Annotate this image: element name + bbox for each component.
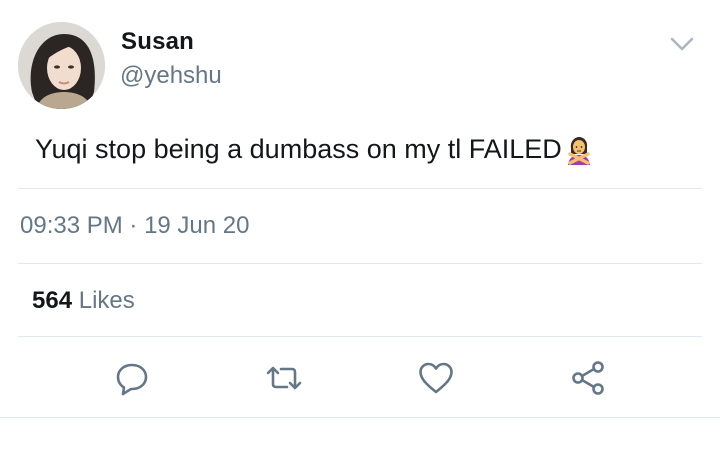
- divider: [18, 336, 702, 337]
- divider: [0, 417, 720, 418]
- tweet-time: 09:33 PM: [20, 212, 123, 239]
- share-button[interactable]: [569, 359, 607, 397]
- tweet-card: Susan @yehshu Yuqi stop being a dumbass …: [0, 0, 720, 454]
- author-handle[interactable]: @yehshu: [120, 62, 222, 90]
- tweet-timestamp[interactable]: 09:33 PM · 19 Jun 20: [20, 212, 249, 240]
- timestamp-separator: ·: [122, 212, 145, 239]
- tweet-body: Yuqi stop being a dumbass on my tl FAILE…: [35, 134, 594, 165]
- retweet-button[interactable]: [265, 359, 303, 397]
- divider: [18, 263, 702, 264]
- share-icon: [572, 361, 604, 395]
- woman-gesturing-no-emoji: [564, 135, 594, 165]
- tweet-text: Yuqi stop being a dumbass on my tl FAILE…: [35, 134, 562, 164]
- author-name[interactable]: Susan: [121, 28, 194, 56]
- avatar-photo: [18, 22, 105, 109]
- likes-label: Likes: [72, 287, 135, 314]
- reply-button[interactable]: [113, 359, 151, 397]
- retweet-icon: [266, 366, 302, 390]
- divider: [18, 188, 702, 189]
- chevron-down-icon[interactable]: [664, 30, 700, 58]
- reply-icon: [116, 363, 148, 396]
- heart-icon: [419, 362, 453, 394]
- like-button[interactable]: [417, 359, 455, 397]
- tweet-date: 19 Jun 20: [144, 212, 250, 239]
- avatar[interactable]: [18, 22, 105, 109]
- likes-stat[interactable]: 564 Likes: [32, 287, 135, 315]
- likes-count: 564: [32, 287, 73, 314]
